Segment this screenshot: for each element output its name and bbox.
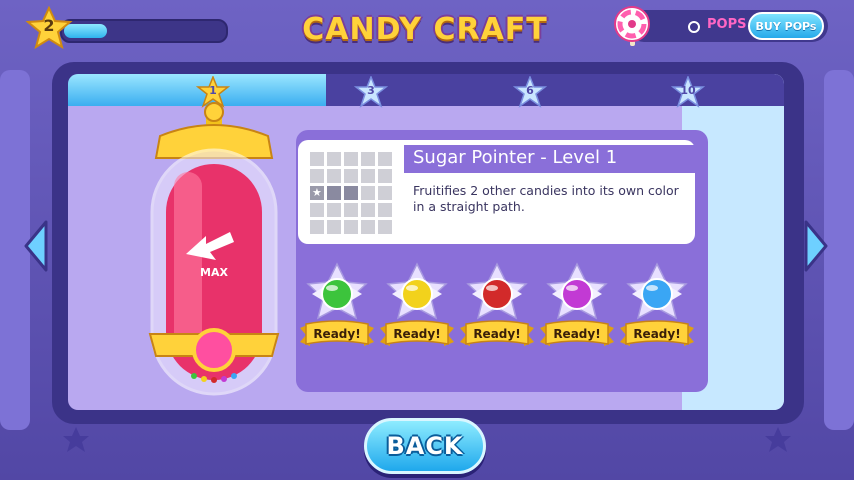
- grid-cell: [344, 203, 358, 217]
- grid-star-cell: ★: [310, 186, 324, 200]
- grid-cell: [327, 186, 341, 200]
- grid-cell: [310, 152, 324, 166]
- grid-cell: [344, 152, 358, 166]
- grid-cell: [310, 220, 324, 234]
- page-title: CANDY CRAFT: [302, 12, 548, 47]
- player-level: 2: [43, 16, 55, 35]
- grid-cell: [344, 220, 358, 234]
- grid-cell: [361, 152, 375, 166]
- grid-cell: [310, 203, 324, 217]
- milestone-label: 6: [526, 84, 534, 97]
- candy-status: Ready!: [553, 327, 601, 341]
- grid-cell: [378, 203, 392, 217]
- grid-cell: [310, 169, 324, 183]
- pops-label: POPS: [707, 17, 747, 32]
- candy-status: Ready!: [313, 327, 361, 341]
- grid-cell: [344, 186, 358, 200]
- ready-ribbon: Ready!: [458, 320, 536, 350]
- buy-pops-button[interactable]: BUY POPs: [748, 12, 824, 40]
- ready-ribbon: Ready!: [378, 320, 456, 350]
- previous-arrow-icon[interactable]: [22, 218, 52, 274]
- milestone-star-10: 10: [670, 74, 706, 108]
- lollipop-icon: [614, 6, 650, 46]
- grid-cell: [327, 203, 341, 217]
- candy-status: Ready!: [393, 327, 441, 341]
- milestone-star-6: 6: [512, 74, 548, 108]
- candy-slot[interactable]: Ready!: [458, 262, 536, 362]
- ready-ribbon: Ready!: [298, 320, 376, 350]
- decor-star-icon: [63, 427, 89, 452]
- next-arrow-icon[interactable]: [800, 218, 830, 274]
- grid-cell: [361, 220, 375, 234]
- grid-cell: [378, 186, 392, 200]
- candy-slot[interactable]: Ready!: [618, 262, 696, 362]
- candy-slot[interactable]: Ready!: [298, 262, 376, 362]
- pops-count-icon: [688, 21, 700, 33]
- grid-cell: [378, 220, 392, 234]
- grid-cell: [327, 169, 341, 183]
- pattern-grid: ★: [310, 152, 394, 236]
- ready-ribbon: Ready!: [618, 320, 696, 350]
- power-up-title-bar: Sugar Pointer - Level 1: [404, 145, 695, 173]
- power-up-title: Sugar Pointer - Level 1: [413, 147, 618, 168]
- back-button[interactable]: BACK: [364, 418, 486, 474]
- grid-cell: [327, 152, 341, 166]
- ready-ribbon: Ready!: [538, 320, 616, 350]
- xp-progress-bar: [60, 19, 228, 43]
- grid-cell: [344, 169, 358, 183]
- candy-slot[interactable]: Ready!: [378, 262, 456, 362]
- decor-star-icon: [765, 427, 791, 452]
- grid-cell: [361, 186, 375, 200]
- milestone-label: 3: [367, 84, 375, 97]
- milestone-label: 10: [680, 84, 696, 97]
- milestone-star-3: 3: [353, 74, 389, 108]
- grid-cell: [327, 220, 341, 234]
- power-up-description: Fruitifies 2 other candies into its own …: [413, 183, 679, 214]
- grid-cell: [378, 169, 392, 183]
- tube-max-badge: MAX: [200, 266, 228, 279]
- grid-cell: [378, 152, 392, 166]
- power-up-tube: [148, 102, 280, 396]
- grid-cell: [361, 203, 375, 217]
- candy-slot[interactable]: Ready!: [538, 262, 616, 362]
- grid-cell: [361, 169, 375, 183]
- candy-status: Ready!: [473, 327, 521, 341]
- candy-status: Ready!: [633, 327, 681, 341]
